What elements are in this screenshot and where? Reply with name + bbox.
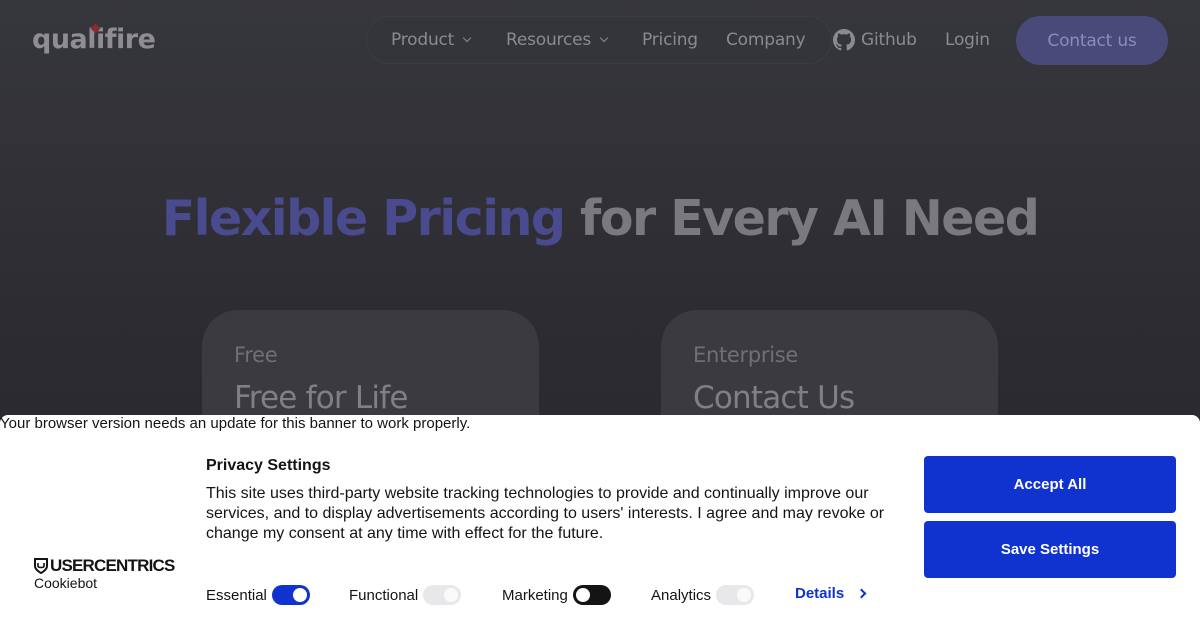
usercentrics-logo: USERCENTRICS Cookiebot xyxy=(34,557,175,591)
toggle-label: Marketing xyxy=(502,586,568,604)
cookie-banner: Your browser version needs an update for… xyxy=(0,415,1200,630)
nav-item-label: Company xyxy=(726,30,806,50)
save-settings-label: Save Settings xyxy=(1000,541,1100,558)
brand-sub: Cookiebot xyxy=(34,575,98,591)
browser-warning: Your browser version needs an update for… xyxy=(0,415,471,432)
login-link[interactable]: Login xyxy=(945,30,990,50)
accept-all-button[interactable]: Accept All xyxy=(924,456,1176,513)
nav-item-company[interactable]: Company xyxy=(726,30,806,50)
details-link[interactable]: Details xyxy=(795,585,867,602)
toggle-functional: Functional xyxy=(349,585,462,605)
contact-us-button[interactable]: Contact us xyxy=(1016,16,1168,65)
hero-title-rest: for Every AI Need xyxy=(580,190,1040,247)
toggle-essential: Essential xyxy=(206,585,310,605)
plan-title-enterprise: Contact Us xyxy=(693,380,855,416)
logo[interactable]: qualifire xyxy=(32,23,156,55)
github-icon xyxy=(833,29,855,51)
chevron-down-icon xyxy=(462,33,472,43)
login-label: Login xyxy=(945,30,990,50)
toggle-label: Functional xyxy=(349,586,419,604)
privacy-settings-title: Privacy Settings xyxy=(206,457,331,474)
contact-us-label: Contact us xyxy=(1047,30,1137,51)
shield-icon xyxy=(34,558,48,574)
nav-item-product[interactable]: Product xyxy=(391,30,472,50)
essential-switch[interactable] xyxy=(271,585,310,605)
toggle-analytics: Analytics xyxy=(651,585,755,605)
functional-switch[interactable] xyxy=(423,585,462,605)
toggle-label: Analytics xyxy=(651,586,712,604)
nav-item-resources[interactable]: Resources xyxy=(506,30,609,50)
brand-name: USERCENTRICS xyxy=(50,556,175,575)
marketing-switch[interactable] xyxy=(572,585,611,605)
plan-title-free: Free for Life xyxy=(234,380,408,416)
toggle-label: Essential xyxy=(206,586,267,604)
nav-item-pricing[interactable]: Pricing xyxy=(642,30,698,50)
accept-all-label: Accept All xyxy=(1013,476,1087,493)
chevron-right-icon xyxy=(856,588,867,599)
save-settings-button[interactable]: Save Settings xyxy=(924,521,1176,578)
chevron-down-icon xyxy=(599,33,609,43)
plan-label-free: Free xyxy=(234,343,278,367)
nav-item-label: Resources xyxy=(506,30,592,50)
nav-item-label: Product xyxy=(391,30,455,50)
github-label: Github xyxy=(861,30,917,50)
plan-label-enterprise: Enterprise xyxy=(693,343,799,367)
analytics-switch[interactable] xyxy=(716,585,755,605)
github-link[interactable]: Github xyxy=(833,29,917,51)
hero-title: Flexible Pricing for Every AI Need xyxy=(0,190,1200,247)
top-nav: qualifire Product Resources Pricing Comp… xyxy=(0,0,1200,80)
details-label: Details xyxy=(795,585,845,602)
nav-item-label: Pricing xyxy=(642,30,698,50)
privacy-settings-body: This site uses third-party website track… xyxy=(206,485,885,542)
toggle-marketing: Marketing xyxy=(502,585,611,605)
hero-title-accent: Flexible Pricing xyxy=(161,190,566,247)
